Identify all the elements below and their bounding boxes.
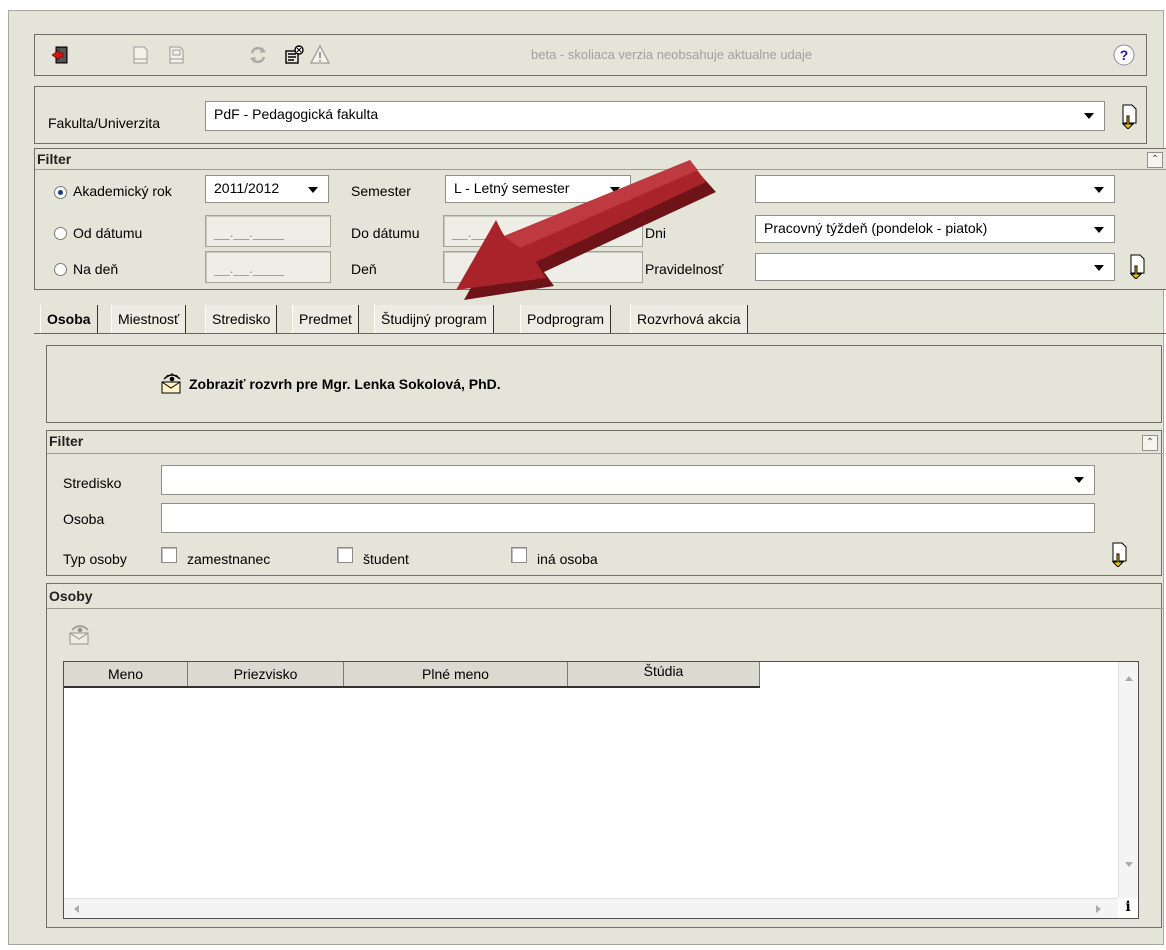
academic-year-radio[interactable] xyxy=(54,186,67,199)
from-date-value: __.__.____ xyxy=(214,224,285,240)
academic-year-value: 2011/2012 xyxy=(214,180,280,196)
semester-label: Semester xyxy=(351,183,411,199)
chevron-down-icon xyxy=(1074,477,1084,483)
persons-title: Osoby xyxy=(49,588,93,604)
header-underline xyxy=(64,686,760,688)
tab-bar-line xyxy=(34,333,1166,334)
regularity-select[interactable] xyxy=(755,253,1115,281)
scroll-left-icon[interactable] xyxy=(74,905,79,913)
svg-text:?: ? xyxy=(1120,47,1129,63)
on-day-value: __.__.____ xyxy=(214,260,285,276)
on-day-radio[interactable] xyxy=(54,263,67,276)
document-export-icon[interactable] xyxy=(163,42,189,68)
toolbar: beta - skoliaca verzia neobsahuje aktual… xyxy=(34,34,1147,76)
faculty-select[interactable]: PdF - Pedagogická fakulta xyxy=(205,101,1105,131)
eye-icon xyxy=(161,373,181,394)
tab-osoba[interactable]: Osoba xyxy=(40,305,98,333)
faculty-label: Fakulta/Univerzita xyxy=(48,115,161,131)
tab-stredisko[interactable]: Stredisko xyxy=(205,305,278,333)
from-date-input[interactable]: __.__.____ xyxy=(205,215,331,247)
scroll-down-icon[interactable] xyxy=(1125,862,1133,867)
person-input[interactable] xyxy=(161,503,1095,533)
on-day-input[interactable]: __.__.____ xyxy=(205,251,331,283)
warning-icon[interactable] xyxy=(307,42,333,68)
column-header-plne-meno[interactable]: Plné meno xyxy=(344,662,568,686)
collapse-filter-button[interactable]: ⌃ xyxy=(1147,152,1163,168)
filter-confirm-icon[interactable] xyxy=(1125,253,1147,280)
student-checkbox[interactable] xyxy=(337,547,353,563)
employee-label: zamestnanec xyxy=(187,551,271,567)
center-label: Stredisko xyxy=(63,475,122,491)
from-date-label: Od dátumu xyxy=(73,225,143,241)
horizontal-scrollbar[interactable] xyxy=(64,898,1118,918)
document-icon[interactable] xyxy=(127,42,153,68)
chevron-down-icon xyxy=(1094,187,1104,193)
collapse-person-filter-button[interactable]: ⌃ xyxy=(1142,435,1158,451)
academic-year-select[interactable]: 2011/2012 xyxy=(205,175,329,203)
chevron-down-icon xyxy=(1094,227,1104,233)
vertical-scrollbar[interactable] xyxy=(1118,662,1138,898)
show-selected-schedule-icon[interactable] xyxy=(67,624,93,649)
days-select[interactable]: Pracovný týždeň (pondelok - piatok) xyxy=(755,215,1115,243)
column-header-priezvisko[interactable]: Priezvisko xyxy=(188,662,344,686)
persons-panel: Osoby Meno Priezvisko Plné meno Štúdia i xyxy=(46,583,1163,928)
faculty-panel: Fakulta/Univerzita PdF - Pedagogická fak… xyxy=(34,86,1147,144)
chevron-down-icon xyxy=(308,187,318,193)
person-label: Osoba xyxy=(63,511,105,527)
other-person-checkbox[interactable] xyxy=(511,547,527,563)
show-schedule-label: Zobraziť rozvrh pre Mgr. Lenka Sokolová,… xyxy=(189,376,501,392)
center-select[interactable] xyxy=(161,465,1095,495)
help-icon[interactable]: ? xyxy=(1111,42,1137,68)
persons-divider xyxy=(47,608,1163,609)
persons-table: Meno Priezvisko Plné meno Štúdia i xyxy=(63,661,1139,919)
person-type-label: Typ osoby xyxy=(63,551,127,567)
tab-miestnost[interactable]: Miestnosť xyxy=(111,305,187,333)
column-header-meno[interactable]: Meno xyxy=(64,662,188,686)
info-icon[interactable]: i xyxy=(1118,898,1138,918)
show-schedule-button[interactable]: Zobraziť rozvrh pre Mgr. Lenka Sokolová,… xyxy=(159,373,501,395)
faculty-select-value: PdF - Pedagogická fakulta xyxy=(214,106,379,122)
to-date-label: Do dátumu xyxy=(351,225,420,241)
wizard-icon[interactable] xyxy=(281,42,307,68)
show-schedule-panel: Zobraziť rozvrh pre Mgr. Lenka Sokolová,… xyxy=(46,345,1162,423)
chevron-down-icon xyxy=(1094,265,1104,271)
regularity-top-select[interactable] xyxy=(755,175,1115,203)
exit-icon[interactable] xyxy=(47,42,73,68)
day-label: Deň xyxy=(351,261,377,277)
chevron-down-icon xyxy=(1084,113,1094,119)
faculty-confirm-icon[interactable] xyxy=(1117,103,1139,130)
person-filter-title: Filter xyxy=(49,433,84,449)
academic-year-label: Akademický rok xyxy=(73,183,172,199)
person-filter-panel: Filter ⌃ Stredisko Osoba Typ osoby zames… xyxy=(46,430,1163,576)
student-label: študent xyxy=(363,551,409,567)
annotation-arrow xyxy=(456,160,716,300)
other-person-label: iná osoba xyxy=(537,551,598,567)
person-filter-divider xyxy=(47,453,1163,454)
person-filter-confirm-icon[interactable] xyxy=(1107,541,1129,568)
tab-predmet[interactable]: Predmet xyxy=(292,305,359,333)
scroll-up-icon[interactable] xyxy=(1125,676,1133,681)
beta-notice: beta - skoliaca verzia neobsahuje aktual… xyxy=(531,47,813,62)
column-header-studia[interactable]: Štúdia xyxy=(568,662,760,686)
refresh-icon[interactable] xyxy=(245,42,271,68)
employee-checkbox[interactable] xyxy=(161,547,177,563)
scroll-right-icon[interactable] xyxy=(1096,905,1101,913)
days-value: Pracovný týždeň (pondelok - piatok) xyxy=(764,220,988,236)
from-date-radio[interactable] xyxy=(54,227,67,240)
on-day-label: Na deň xyxy=(73,261,119,277)
filter-title: Filter xyxy=(37,151,72,167)
